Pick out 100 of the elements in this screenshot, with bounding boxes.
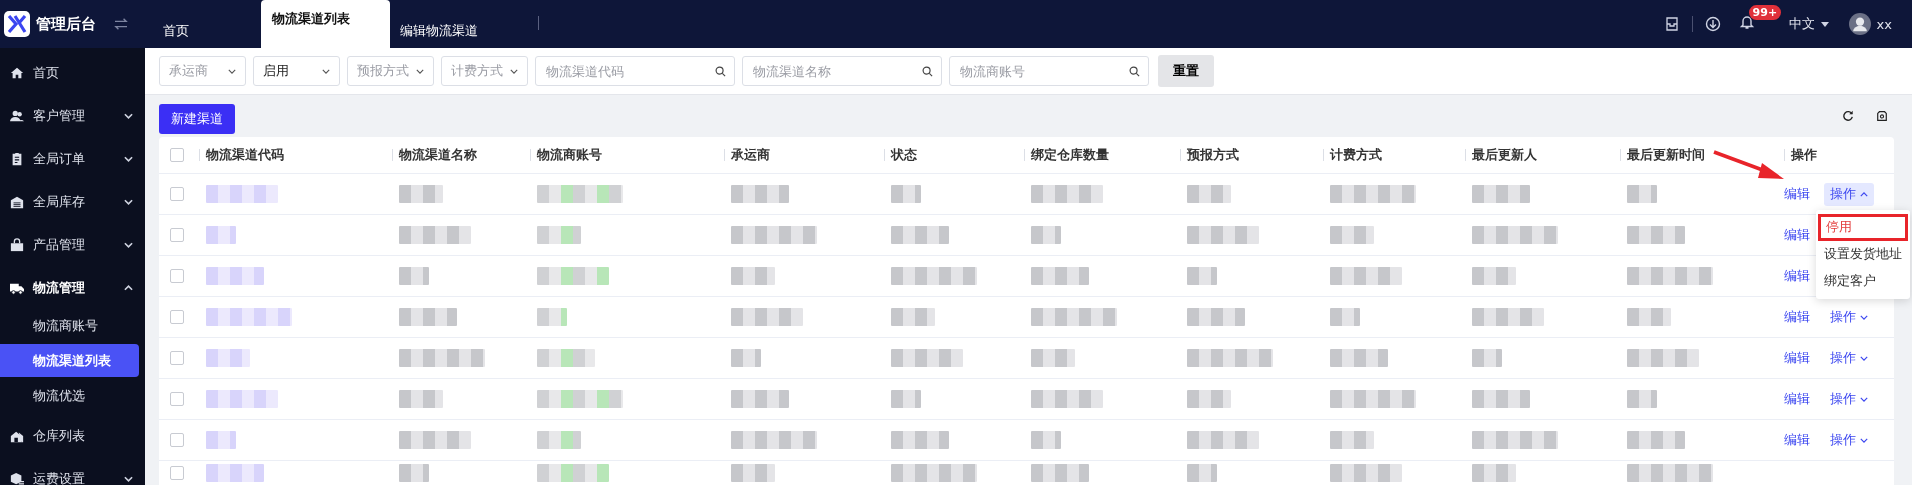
avatar-icon[interactable]	[1848, 13, 1871, 35]
redacted-text	[206, 226, 236, 244]
checkbox[interactable]	[170, 351, 184, 365]
sidebar-subitem[interactable]: 物流商账号	[0, 309, 139, 342]
column-header: 物流渠道代码	[206, 146, 284, 164]
reset-button[interactable]: 重置	[1158, 55, 1214, 88]
edit-link[interactable]: 编辑	[1784, 390, 1810, 408]
redacted-text	[1472, 267, 1516, 285]
page-tab[interactable]: 物流渠道列表	[261, 0, 390, 48]
redacted-text	[1031, 185, 1103, 203]
bell-icon[interactable]	[1738, 14, 1755, 30]
redacted-text	[731, 349, 761, 367]
app-title: 管理后台	[36, 14, 96, 34]
chevron-down-icon	[1860, 396, 1868, 402]
redacted-text	[1031, 390, 1103, 408]
inbox-icon[interactable]	[1663, 16, 1680, 32]
menu-item[interactable]: 绑定客户	[1816, 268, 1910, 295]
redacted-text	[399, 464, 429, 482]
edit-link[interactable]: 编辑	[1784, 308, 1810, 326]
edit-link[interactable]: 编辑	[1784, 431, 1810, 449]
checkbox[interactable]	[170, 310, 184, 324]
redacted-text	[1187, 464, 1217, 482]
edit-link[interactable]: 编辑	[1784, 267, 1810, 285]
edit-link[interactable]: 编辑	[1784, 226, 1810, 244]
more-actions-button[interactable]: 操作	[1824, 428, 1874, 452]
redacted-text	[891, 390, 921, 408]
page-tab[interactable]: 首页	[163, 14, 211, 48]
column-header: 状态	[891, 146, 917, 164]
sidebar-item[interactable]: 全局订单	[0, 137, 145, 180]
redacted-text	[1187, 185, 1231, 203]
users-icon	[10, 108, 24, 123]
checkbox[interactable]	[170, 392, 184, 406]
sidebar-label: 全局库存	[33, 192, 85, 211]
redacted-text	[1627, 431, 1685, 449]
redacted-text	[399, 185, 443, 203]
sidebar-item[interactable]: 产品管理	[0, 223, 145, 266]
search-field[interactable]: 物流商账号	[949, 56, 1149, 87]
redacted-text	[206, 349, 250, 367]
redacted-text	[206, 431, 236, 449]
column-settings-icon[interactable]	[1876, 110, 1888, 123]
chevron-up-icon	[1860, 191, 1868, 197]
sidebar-item[interactable]: 运费设置	[0, 457, 145, 485]
collapse-icon[interactable]	[114, 18, 128, 30]
checkbox[interactable]	[170, 148, 184, 162]
more-actions-button[interactable]: 操作	[1824, 182, 1874, 206]
redacted-text	[1330, 267, 1402, 285]
redacted-text	[1031, 349, 1075, 367]
menu-item[interactable]: 停用	[1818, 214, 1908, 241]
redacted-text	[891, 431, 949, 449]
search-field[interactable]: 物流渠道名称	[742, 56, 942, 87]
new-channel-button[interactable]: 新建渠道	[159, 104, 235, 135]
sidebar-item[interactable]: 仓库列表	[0, 414, 145, 457]
column-header: 物流商账号	[537, 146, 602, 164]
redacted-text	[891, 226, 949, 244]
sidebar-label: 客户管理	[33, 106, 85, 125]
refresh-icon[interactable]	[1842, 110, 1854, 123]
redacted-text	[206, 464, 264, 482]
redacted-text	[1330, 226, 1374, 244]
checkbox[interactable]	[170, 228, 184, 242]
redacted-text	[1627, 308, 1671, 326]
sidebar-subitem[interactable]: 物流渠道列表	[0, 344, 139, 377]
redacted-text	[1627, 349, 1699, 367]
sidebar-label: 仓库列表	[33, 426, 85, 445]
redacted-text	[1472, 390, 1530, 408]
chevron-down-icon	[1860, 355, 1868, 361]
download-icon[interactable]	[1704, 16, 1721, 32]
redacted-text	[1187, 390, 1231, 408]
edit-link[interactable]: 编辑	[1784, 185, 1810, 203]
search-icon	[1129, 66, 1140, 78]
sidebar-item[interactable]: 物流管理	[0, 266, 145, 309]
chevron-down-icon	[124, 112, 133, 119]
sidebar-item[interactable]: 全局库存	[0, 180, 145, 223]
redacted-text	[731, 185, 789, 203]
redacted-text	[537, 308, 567, 326]
checkbox[interactable]	[170, 433, 184, 447]
page-tab[interactable]: 编辑物流渠道	[400, 14, 538, 48]
redacted-text	[1187, 226, 1259, 244]
chevron-down-icon	[228, 68, 236, 74]
user-name[interactable]: xx	[1876, 16, 1892, 32]
sidebar-item[interactable]: 首页	[0, 51, 145, 94]
column-header: 操作	[1791, 146, 1817, 164]
edit-link[interactable]: 编辑	[1784, 349, 1810, 367]
more-actions-button[interactable]: 操作	[1824, 305, 1874, 329]
more-actions-button[interactable]: 操作	[1824, 387, 1874, 411]
redacted-text	[891, 308, 935, 326]
chevron-down-icon	[510, 68, 518, 74]
filter-select[interactable]: 启用	[253, 56, 340, 87]
checkbox[interactable]	[170, 269, 184, 283]
checkbox[interactable]	[170, 187, 184, 201]
menu-item[interactable]: 设置发货地址	[1816, 241, 1910, 268]
chevron-down-icon	[124, 475, 133, 482]
redacted-text	[1187, 308, 1245, 326]
checkbox[interactable]	[170, 466, 184, 480]
sidebar-subitem[interactable]: 物流优选	[0, 379, 139, 412]
language-selector[interactable]: 中文	[1788, 15, 1815, 33]
chevron-down-icon	[416, 68, 424, 74]
search-field[interactable]: 物流渠道代码	[535, 56, 735, 87]
sidebar-item[interactable]: 客户管理	[0, 94, 145, 137]
redacted-text	[1187, 431, 1259, 449]
more-actions-button[interactable]: 操作	[1824, 346, 1874, 370]
